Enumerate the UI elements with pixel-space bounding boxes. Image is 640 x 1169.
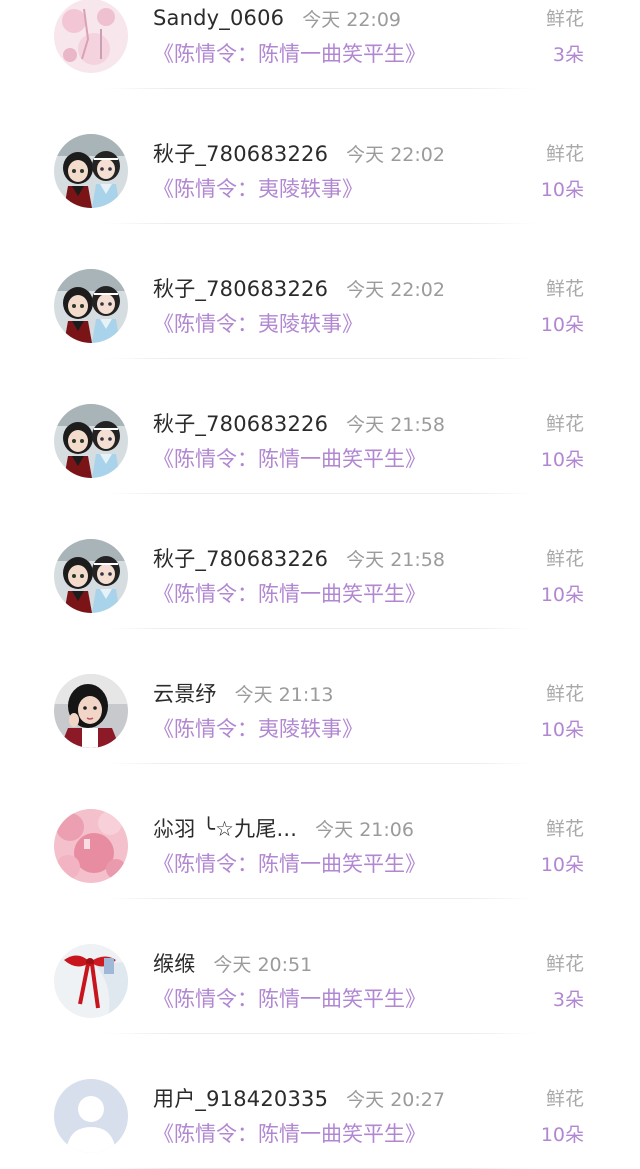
gift-count: 10朵 xyxy=(540,449,584,471)
list-item[interactable]: 秋子_780683226 今天 22:02 《陈情令：夷陵轶事》 鲜花 10朵 xyxy=(0,89,640,224)
avatar[interactable] xyxy=(54,809,128,883)
gift-type-label: 鲜花 xyxy=(545,413,584,435)
timestamp: 今天 22:02 xyxy=(346,278,445,301)
gift-type-label: 鲜花 xyxy=(545,143,584,165)
work-title-link[interactable]: 《陈情令：陈情一曲笑平生》 xyxy=(153,848,426,880)
gift-count: 10朵 xyxy=(540,584,584,606)
avatar[interactable] xyxy=(54,674,128,748)
work-title-link[interactable]: 《陈情令：夷陵轶事》 xyxy=(153,713,363,745)
username[interactable]: 用户_918420335 xyxy=(153,1083,328,1113)
gift-count: 10朵 xyxy=(540,314,584,336)
username[interactable]: 秋子_780683226 xyxy=(153,138,328,168)
avatar[interactable] xyxy=(54,134,128,208)
gift-count: 10朵 xyxy=(540,1124,584,1146)
timestamp: 今天 22:02 xyxy=(346,143,445,166)
name-line: 秋子_780683226 今天 22:02 xyxy=(153,270,445,306)
name-line: 秋子_780683226 今天 21:58 xyxy=(153,405,445,441)
username[interactable]: 秋子_780683226 xyxy=(153,408,328,438)
girl-photo-avatar-image xyxy=(54,674,128,748)
username[interactable]: 云景纾 xyxy=(153,678,217,708)
username[interactable]: Sandy_0606 xyxy=(153,6,284,30)
username[interactable]: 秋子_780683226 xyxy=(153,273,328,303)
gift-type-label: 鲜花 xyxy=(545,1088,584,1110)
work-title-link[interactable]: 《陈情令：夷陵轶事》 xyxy=(153,173,363,205)
gift-type-label: 鲜花 xyxy=(545,548,584,570)
gift-count: 10朵 xyxy=(540,719,584,741)
list-item[interactable]: 秋子_780683226 今天 21:58 《陈情令：陈情一曲笑平生》 鲜花 1… xyxy=(0,359,640,494)
list-item[interactable]: 尛羽 ╰☆九尾... 今天 21:06 《陈情令：陈情一曲笑平生》 鲜花 10朵 xyxy=(0,764,640,899)
list-item[interactable]: 秋子_780683226 今天 22:02 《陈情令：夷陵轶事》 鲜花 10朵 xyxy=(0,224,640,359)
gift-count: 10朵 xyxy=(540,854,584,876)
timestamp: 今天 21:13 xyxy=(234,683,334,706)
timestamp: 今天 21:58 xyxy=(346,413,445,436)
avatar[interactable] xyxy=(54,0,128,73)
gift-type-label: 鲜花 xyxy=(545,8,584,30)
work-title-link[interactable]: 《陈情令：陈情一曲笑平生》 xyxy=(153,578,426,610)
default-user-avatar-image xyxy=(54,1079,128,1153)
work-title-link[interactable]: 《陈情令：陈情一曲笑平生》 xyxy=(153,1118,426,1150)
figurine-avatar-image xyxy=(54,269,128,343)
gift-type-label: 鲜花 xyxy=(545,818,584,840)
gift-type-label: 鲜花 xyxy=(545,953,584,975)
work-title-link[interactable]: 《陈情令：夷陵轶事》 xyxy=(153,308,363,340)
work-title-link[interactable]: 《陈情令：陈情一曲笑平生》 xyxy=(153,443,426,475)
name-line: 秋子_780683226 今天 21:58 xyxy=(153,540,445,576)
name-line: Sandy_0606 今天 22:09 xyxy=(153,0,401,36)
name-line: 尛羽 ╰☆九尾... 今天 21:06 xyxy=(153,810,414,846)
timestamp: 今天 22:09 xyxy=(302,8,402,31)
name-line: 缑缑 今天 20:51 xyxy=(153,945,312,981)
work-title-link[interactable]: 《陈情令：陈情一曲笑平生》 xyxy=(153,983,426,1015)
pink-floral-avatar-image xyxy=(54,0,128,73)
work-title-link[interactable]: 《陈情令：陈情一曲笑平生》 xyxy=(153,38,426,70)
timestamp: 今天 21:06 xyxy=(315,818,414,841)
pink-blossom-avatar-image xyxy=(54,809,128,883)
name-line: 云景纾 今天 21:13 xyxy=(153,675,333,711)
name-line: 秋子_780683226 今天 22:02 xyxy=(153,135,445,171)
list-item[interactable]: 用户_918420335 今天 20:27 《陈情令：陈情一曲笑平生》 鲜花 1… xyxy=(0,1034,640,1169)
gift-type-label: 鲜花 xyxy=(545,278,584,300)
username[interactable]: 秋子_780683226 xyxy=(153,543,328,573)
gift-count: 3朵 xyxy=(552,44,584,66)
figurine-avatar-image xyxy=(54,404,128,478)
gift-count: 10朵 xyxy=(540,179,584,201)
gift-count: 3朵 xyxy=(552,989,584,1011)
avatar[interactable] xyxy=(54,539,128,613)
red-ribbon-avatar-image xyxy=(54,944,128,1018)
timestamp: 今天 20:51 xyxy=(213,953,313,976)
username[interactable]: 尛羽 ╰☆九尾... xyxy=(153,813,297,843)
figurine-avatar-image xyxy=(54,134,128,208)
avatar[interactable] xyxy=(54,404,128,478)
timestamp: 今天 21:58 xyxy=(346,548,445,571)
list-item[interactable]: 秋子_780683226 今天 21:58 《陈情令：陈情一曲笑平生》 鲜花 1… xyxy=(0,494,640,629)
avatar[interactable] xyxy=(54,1079,128,1153)
list-item[interactable]: 云景纾 今天 21:13 《陈情令：夷陵轶事》 鲜花 10朵 xyxy=(0,629,640,764)
timestamp: 今天 20:27 xyxy=(346,1088,445,1111)
list-item[interactable]: Sandy_0606 今天 22:09 《陈情令：陈情一曲笑平生》 鲜花 3朵 xyxy=(0,0,640,89)
username[interactable]: 缑缑 xyxy=(153,948,195,978)
avatar[interactable] xyxy=(54,944,128,1018)
gift-record-list: Sandy_0606 今天 22:09 《陈情令：陈情一曲笑平生》 鲜花 3朵 … xyxy=(0,0,640,1169)
avatar[interactable] xyxy=(54,269,128,343)
figurine-avatar-image xyxy=(54,539,128,613)
gift-type-label: 鲜花 xyxy=(545,683,584,705)
list-item[interactable]: 缑缑 今天 20:51 《陈情令：陈情一曲笑平生》 鲜花 3朵 xyxy=(0,899,640,1034)
name-line: 用户_918420335 今天 20:27 xyxy=(153,1080,445,1116)
